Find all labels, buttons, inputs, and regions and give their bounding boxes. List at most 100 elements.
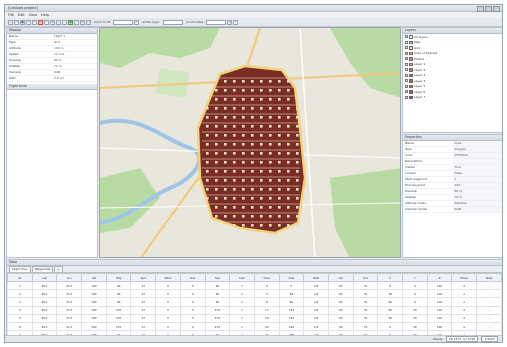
table-cell[interactable]: 2.8 — [303, 289, 329, 299]
table-cell[interactable]: 3 — [7, 297, 33, 307]
table-cell[interactable]: 70 — [352, 289, 379, 299]
table-cell[interactable]: 12 — [253, 305, 280, 315]
property-value[interactable]: 120 — [452, 183, 502, 188]
help-icon[interactable]: ? — [233, 19, 239, 25]
table-cell[interactable]: 70 — [352, 313, 379, 323]
new-icon[interactable]: + — [8, 19, 13, 25]
table-cell[interactable]: 11.5 — [56, 280, 83, 291]
table-cell[interactable]: 96 — [377, 305, 403, 315]
column-header[interactable]: X — [377, 273, 403, 282]
table-cell[interactable]: 0 — [179, 280, 206, 291]
column-header[interactable]: Roll — [179, 273, 206, 282]
zoom-in-icon[interactable]: + — [56, 19, 61, 25]
column-header[interactable]: Yaw — [204, 273, 231, 282]
column-header[interactable]: ID — [7, 273, 33, 282]
property-value[interactable]: 80 % — [52, 58, 97, 63]
table-cell[interactable]: 0 — [402, 289, 428, 299]
table-cell[interactable]: 100 — [426, 305, 453, 315]
table-cell[interactable]: 0 — [155, 313, 181, 323]
layer-visibility-checkbox[interactable] — [405, 57, 408, 61]
table-cell[interactable]: A — [451, 289, 478, 299]
property-value[interactable]: #FF0000 — [452, 153, 502, 158]
table-cell[interactable]: 12 — [130, 305, 157, 315]
property-value[interactable]: 80 % — [452, 189, 502, 194]
column-header[interactable]: Mode — [451, 273, 478, 282]
table-cell[interactable]: A — [451, 297, 478, 307]
column-header[interactable]: Lon — [56, 273, 83, 282]
table-cell[interactable]: 100 — [81, 297, 107, 307]
table-cell[interactable]: 1 — [229, 289, 255, 299]
table-cell[interactable]: 90 — [105, 289, 132, 299]
table-cell[interactable]: 80 — [327, 313, 354, 323]
table-row[interactable]: 3 48.1 11.5 100 90 12 0 0 90 1 8 96 2.8 80 70 96 0 100 A - — [7, 297, 502, 307]
column-header[interactable]: Sdl — [352, 273, 379, 282]
table-cell[interactable]: 100 — [81, 321, 107, 332]
table-cell[interactable]: 270 — [204, 313, 231, 323]
layer-visibility-checkbox[interactable] — [405, 46, 408, 50]
layer-visibility-checkbox[interactable] — [405, 51, 408, 55]
table-cell[interactable]: A — [451, 280, 478, 291]
menu-file[interactable]: File — [8, 13, 14, 17]
table-cell[interactable]: 0 — [155, 297, 181, 307]
property-value[interactable]: True — [452, 165, 502, 170]
layer-visibility-checkbox[interactable] — [405, 68, 408, 72]
layer-visibility-checkbox[interactable] — [405, 73, 408, 77]
table-cell[interactable]: 11.5 — [56, 313, 83, 323]
table-cell[interactable]: 12 — [130, 289, 157, 299]
table-cell[interactable]: 90 — [204, 297, 231, 307]
table-cell[interactable]: 48.1 — [31, 313, 58, 323]
column-header[interactable]: Lat — [31, 273, 58, 282]
table-cell[interactable]: 1 — [229, 280, 255, 291]
table-cell[interactable]: 192 — [278, 313, 305, 323]
table-cell[interactable]: 270 — [204, 305, 231, 315]
delete-icon[interactable]: × — [38, 19, 43, 25]
property-value[interactable]: Flight 1 — [52, 34, 97, 39]
table-cell[interactable]: 80 — [327, 305, 354, 315]
table-row[interactable]: 6 48.1 11.5 100 270 12 0 0 270 1 20 240 2.8 80 70 0 30 10… — [7, 321, 502, 332]
table-cell[interactable]: 0 — [377, 280, 403, 291]
column-header[interactable]: Cam — [229, 273, 255, 282]
table-cell[interactable]: 0 — [155, 305, 181, 315]
table-cell[interactable]: 0 — [179, 305, 206, 315]
table-row[interactable]: 4 48.1 11.5 100 270 12 0 0 270 1 12 144 2.8 80 70 96 30 1… — [7, 305, 502, 315]
zoom-select[interactable] — [113, 19, 134, 25]
table-cell[interactable]: 12 — [130, 297, 157, 307]
table-cell[interactable]: 0 — [278, 280, 305, 291]
property-value[interactable]: RGB — [52, 70, 97, 75]
table-cell[interactable]: 2.8 — [303, 280, 329, 291]
table-cell[interactable]: 6 — [7, 321, 33, 332]
select-icon[interactable]: ↖ — [44, 19, 49, 25]
table-cell[interactable]: 2.8 — [303, 305, 329, 315]
layer-select[interactable] — [162, 19, 183, 25]
table-cell[interactable]: - — [476, 289, 502, 299]
table-cell[interactable]: 70 — [352, 305, 379, 315]
property-value[interactable]: RGB — [452, 207, 502, 212]
table-cell[interactable]: 0 — [402, 297, 428, 307]
table-cell[interactable]: 96 — [377, 297, 403, 307]
layer-item[interactable]: Layer 7 — [403, 95, 502, 101]
table-cell[interactable]: 48.1 — [31, 321, 58, 332]
table-cell[interactable]: 0 — [377, 321, 403, 332]
property-value[interactable] — [452, 159, 502, 164]
tab-waypoints[interactable]: Waypoints — [31, 266, 54, 272]
layer-visibility-checkbox[interactable] — [405, 90, 408, 94]
property-value[interactable]: 100 m — [52, 46, 97, 51]
property-value[interactable]: 2.8 cm — [52, 76, 97, 81]
table-cell[interactable]: 11.5 — [56, 289, 83, 299]
add-waypoint-icon[interactable]: ● — [68, 19, 73, 25]
table-cell[interactable]: 80 — [327, 280, 354, 291]
table-cell[interactable]: A — [451, 321, 478, 332]
table-cell[interactable]: 12 — [130, 313, 157, 323]
table-cell[interactable]: 2.8 — [303, 313, 329, 323]
table-cell[interactable]: 100 — [426, 289, 453, 299]
table-cell[interactable]: 2.8 — [303, 321, 329, 332]
column-header[interactable]: Z — [426, 273, 453, 282]
column-header[interactable]: Y — [402, 273, 428, 282]
table-cell[interactable]: 270 — [105, 313, 132, 323]
table-cell[interactable]: 30 — [402, 321, 428, 332]
undo-icon[interactable]: ↶ — [26, 19, 31, 25]
table-cell[interactable]: 12 — [130, 280, 157, 291]
save-icon[interactable]: ■ — [20, 19, 25, 25]
table-cell[interactable]: 12 — [130, 321, 157, 332]
property-value[interactable]: False — [452, 171, 502, 176]
